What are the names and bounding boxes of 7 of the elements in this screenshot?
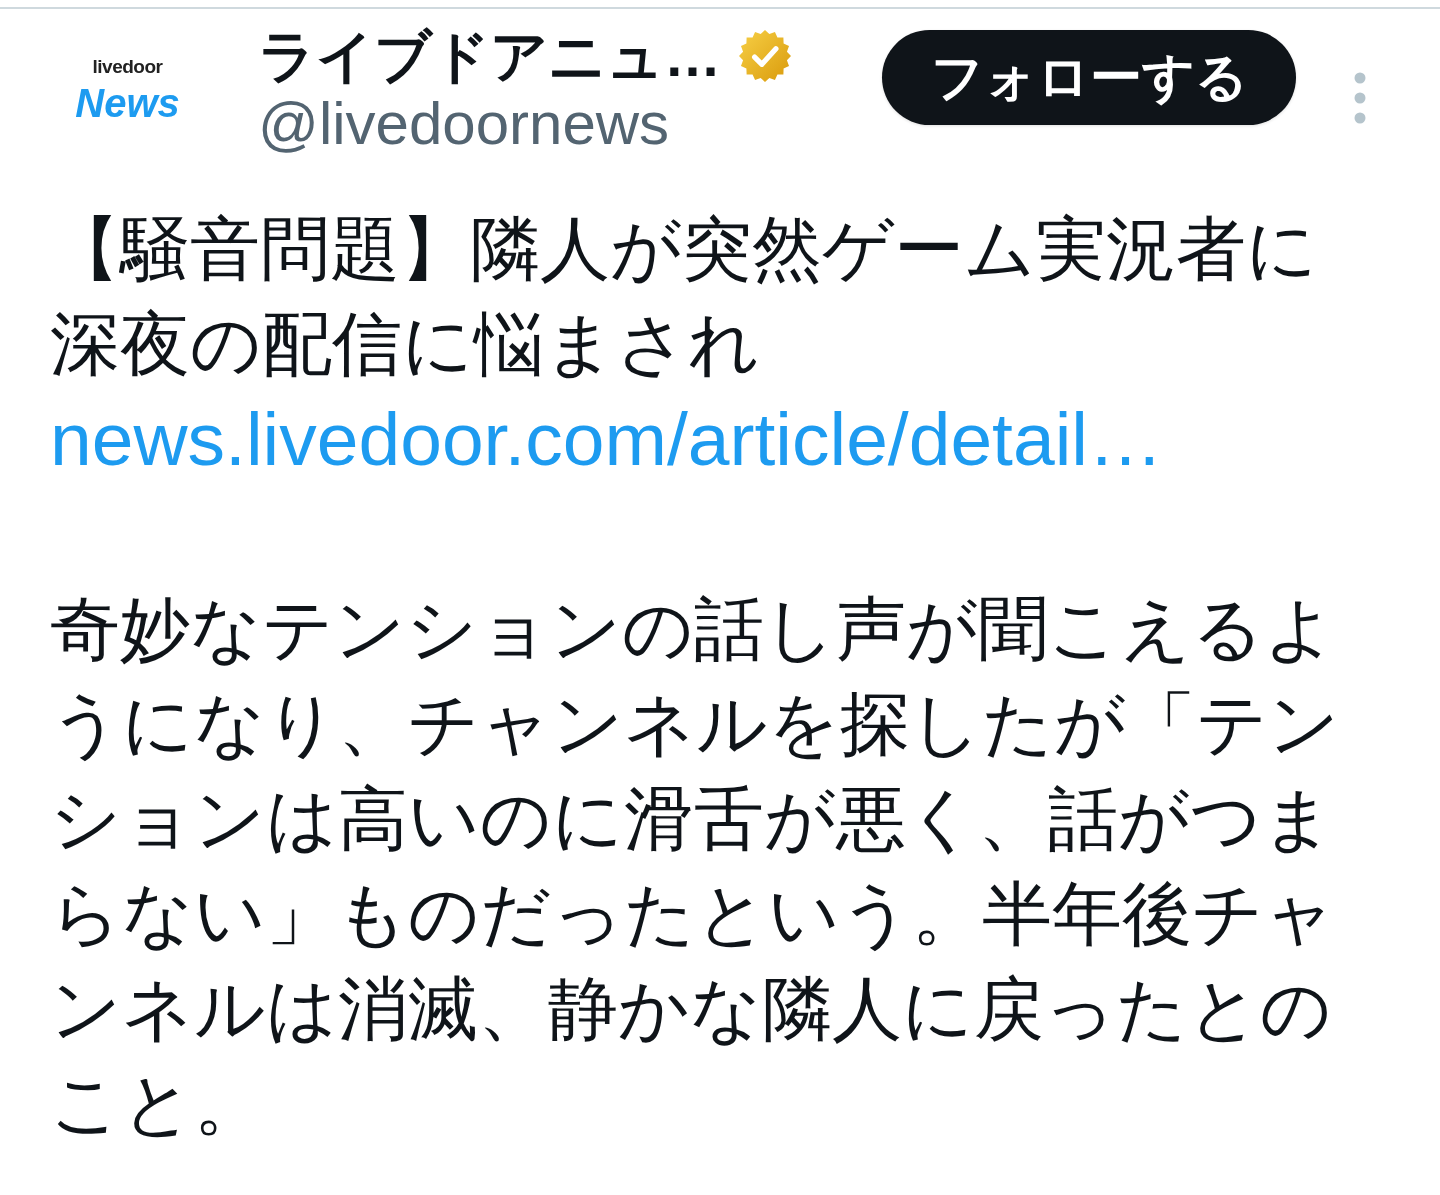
follow-button[interactable]: フォローする [882,30,1296,125]
user-handle[interactable]: @livedoornews [258,90,670,158]
tweet-body-text: 奇妙なテンションの話し声が聞こえるようになり、チャンネルを探したが「テンションは高いのに滑舌が悪く、話がつまらない」ものだったという。半年後チャンネルは消滅、静かな隣人に戻ったとのこと。 [50,589,1341,1145]
avatar-logo[interactable]: livedoor News [50,56,205,126]
tweet-headline: 【騒音問題】隣人が突然ゲーム実況者に深夜の配信に悩まされ [50,209,1319,385]
display-name[interactable]: ライブドアニュ… [258,22,721,90]
more-options-icon[interactable] [1353,72,1367,124]
